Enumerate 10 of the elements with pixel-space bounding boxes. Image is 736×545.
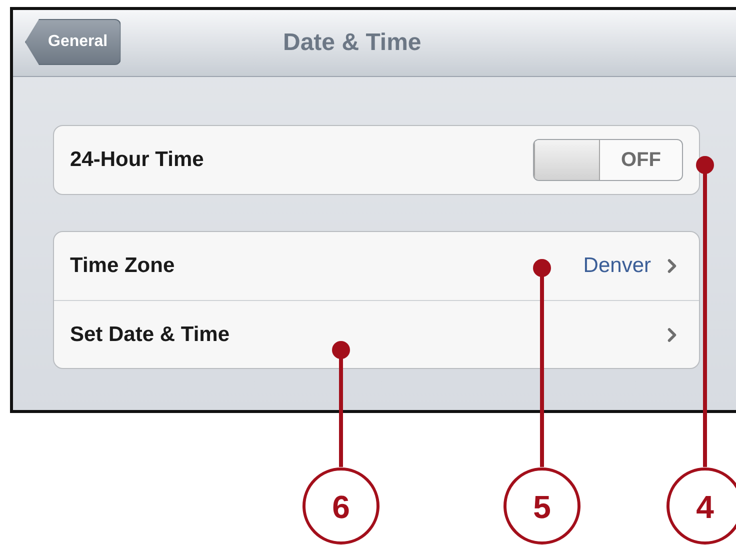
callout-number: 6 [332, 489, 350, 525]
row-label: 24-Hour Time [70, 148, 205, 172]
row-value: Denver [583, 254, 651, 278]
screen-title: Date & Time [283, 29, 422, 57]
row-label: Set Date & Time [70, 322, 230, 346]
row-label: Time Zone [70, 254, 176, 278]
toggle-switch[interactable]: OFF [533, 139, 683, 181]
settings-row[interactable]: Time Zone Denver [54, 232, 699, 300]
callout-number: 4 [696, 489, 714, 525]
callout-number: 5 [533, 489, 551, 525]
